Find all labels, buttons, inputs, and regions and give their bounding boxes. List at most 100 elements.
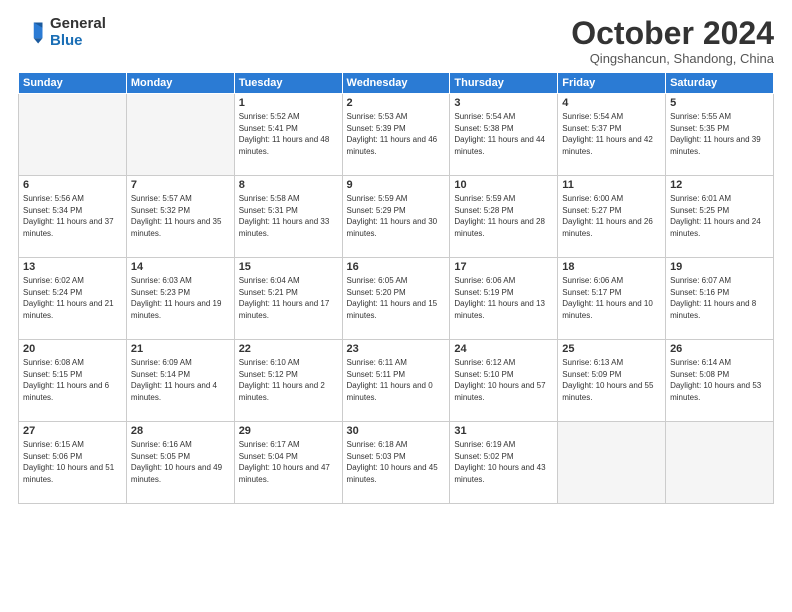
day-cell: 26Sunrise: 6:14 AMSunset: 5:08 PMDayligh…: [666, 340, 774, 422]
day-info: Sunrise: 6:03 AMSunset: 5:23 PMDaylight:…: [131, 275, 230, 321]
day-cell: 8 Sunrise: 5:58 AMSunset: 5:31 PMDaylight…: [234, 176, 342, 258]
title-block: October 2024 Qingshancun, Shandong, Chin…: [571, 16, 774, 66]
day-info: Sunrise: 6:11 AMSunset: 5:11 PMDaylight:…: [347, 357, 446, 403]
day-number: 15: [239, 261, 338, 273]
day-info: Sunrise: 6:07 AMSunset: 5:16 PMDaylight:…: [670, 275, 769, 321]
day-number: 17: [454, 261, 553, 273]
day-cell: 28 Sunrise: 6:16 AMSunset: 5:05 PMDayligh…: [126, 422, 234, 504]
col-wednesday: Wednesday: [342, 73, 450, 94]
day-cell: 13 Sunrise: 6:02 AMSunset: 5:24 PMDayligh…: [19, 258, 127, 340]
day-info: Sunrise: 6:09 AMSunset: 5:14 PMDaylight:…: [131, 357, 230, 403]
day-number: 3: [454, 97, 553, 109]
day-cell: 23 Sunrise: 6:11 AMSunset: 5:11 PMDayligh…: [342, 340, 450, 422]
day-cell: [666, 422, 774, 504]
day-cell: 19 Sunrise: 6:07 AMSunset: 5:16 PMDayligh…: [666, 258, 774, 340]
col-monday: Monday: [126, 73, 234, 94]
day-info: Sunrise: 5:59 AMSunset: 5:28 PMDaylight:…: [454, 193, 553, 239]
week-row-3: 13 Sunrise: 6:02 AMSunset: 5:24 PMDayligh…: [19, 258, 774, 340]
day-cell: 24Sunrise: 6:12 AMSunset: 5:10 PMDayligh…: [450, 340, 558, 422]
day-info: Sunrise: 5:58 AMSunset: 5:31 PMDaylight:…: [239, 193, 338, 239]
day-cell: 21Sunrise: 6:09 AMSunset: 5:14 PMDayligh…: [126, 340, 234, 422]
day-cell: 7 Sunrise: 5:57 AMSunset: 5:32 PMDaylight…: [126, 176, 234, 258]
day-cell: 15 Sunrise: 6:04 AMSunset: 5:21 PMDayligh…: [234, 258, 342, 340]
day-number: 31: [454, 425, 553, 437]
day-number: 23: [347, 343, 446, 355]
col-sunday: Sunday: [19, 73, 127, 94]
day-number: 7: [131, 179, 230, 191]
day-number: 11: [562, 179, 661, 191]
day-info: Sunrise: 5:54 AMSunset: 5:38 PMDaylight:…: [454, 111, 553, 157]
day-cell: 20Sunrise: 6:08 AMSunset: 5:15 PMDayligh…: [19, 340, 127, 422]
day-info: Sunrise: 6:00 AMSunset: 5:27 PMDaylight:…: [562, 193, 661, 239]
day-cell: 1 Sunrise: 5:52 AMSunset: 5:41 PMDaylight…: [234, 94, 342, 176]
day-info: Sunrise: 6:08 AMSunset: 5:15 PMDaylight:…: [23, 357, 122, 403]
day-cell: 22Sunrise: 6:10 AMSunset: 5:12 PMDayligh…: [234, 340, 342, 422]
day-number: 19: [670, 261, 769, 273]
day-info: Sunrise: 5:53 AMSunset: 5:39 PMDaylight:…: [347, 111, 446, 157]
calendar-table: Sunday Monday Tuesday Wednesday Thursday…: [18, 72, 774, 504]
logo-blue-text: Blue: [50, 33, 106, 50]
day-cell: 14 Sunrise: 6:03 AMSunset: 5:23 PMDayligh…: [126, 258, 234, 340]
day-number: 22: [239, 343, 338, 355]
header: General Blue October 2024 Qingshancun, S…: [18, 16, 774, 66]
day-cell: 2 Sunrise: 5:53 AMSunset: 5:39 PMDaylight…: [342, 94, 450, 176]
day-cell: 6Sunrise: 5:56 AMSunset: 5:34 PMDaylight…: [19, 176, 127, 258]
day-info: Sunrise: 6:05 AMSunset: 5:20 PMDaylight:…: [347, 275, 446, 321]
day-cell: 9 Sunrise: 5:59 AMSunset: 5:29 PMDaylight…: [342, 176, 450, 258]
day-number: 12: [670, 179, 769, 191]
day-cell: 31 Sunrise: 6:19 AMSunset: 5:02 PMDayligh…: [450, 422, 558, 504]
day-cell: 29 Sunrise: 6:17 AMSunset: 5:04 PMDayligh…: [234, 422, 342, 504]
calendar-page: General Blue October 2024 Qingshancun, S…: [0, 0, 792, 612]
day-info: Sunrise: 6:02 AMSunset: 5:24 PMDaylight:…: [23, 275, 122, 321]
day-cell: 17 Sunrise: 6:06 AMSunset: 5:19 PMDayligh…: [450, 258, 558, 340]
day-cell: 25 Sunrise: 6:13 AMSunset: 5:09 PMDayligh…: [558, 340, 666, 422]
day-number: 1: [239, 97, 338, 109]
day-info: Sunrise: 6:15 AMSunset: 5:06 PMDaylight:…: [23, 439, 122, 485]
day-info: Sunrise: 6:12 AMSunset: 5:10 PMDaylight:…: [454, 357, 553, 403]
day-info: Sunrise: 5:54 AMSunset: 5:37 PMDaylight:…: [562, 111, 661, 157]
day-cell: [558, 422, 666, 504]
day-info: Sunrise: 6:04 AMSunset: 5:21 PMDaylight:…: [239, 275, 338, 321]
day-cell: 27 Sunrise: 6:15 AMSunset: 5:06 PMDayligh…: [19, 422, 127, 504]
day-info: Sunrise: 6:18 AMSunset: 5:03 PMDaylight:…: [347, 439, 446, 485]
day-info: Sunrise: 6:06 AMSunset: 5:17 PMDaylight:…: [562, 275, 661, 321]
day-cell: 30Sunrise: 6:18 AMSunset: 5:03 PMDayligh…: [342, 422, 450, 504]
header-row: Sunday Monday Tuesday Wednesday Thursday…: [19, 73, 774, 94]
day-cell: 3 Sunrise: 5:54 AMSunset: 5:38 PMDaylight…: [450, 94, 558, 176]
day-number: 8: [239, 179, 338, 191]
day-number: 2: [347, 97, 446, 109]
day-info: Sunrise: 6:19 AMSunset: 5:02 PMDaylight:…: [454, 439, 553, 485]
day-number: 13: [23, 261, 122, 273]
day-number: 5: [670, 97, 769, 109]
day-info: Sunrise: 6:06 AMSunset: 5:19 PMDaylight:…: [454, 275, 553, 321]
col-friday: Friday: [558, 73, 666, 94]
day-cell: [126, 94, 234, 176]
day-number: 4: [562, 97, 661, 109]
day-info: Sunrise: 6:13 AMSunset: 5:09 PMDaylight:…: [562, 357, 661, 403]
week-row-1: 1 Sunrise: 5:52 AMSunset: 5:41 PMDaylight…: [19, 94, 774, 176]
day-number: 27: [23, 425, 122, 437]
day-info: Sunrise: 6:17 AMSunset: 5:04 PMDaylight:…: [239, 439, 338, 485]
day-info: Sunrise: 5:55 AMSunset: 5:35 PMDaylight:…: [670, 111, 769, 157]
day-number: 10: [454, 179, 553, 191]
day-number: 25: [562, 343, 661, 355]
week-row-4: 20Sunrise: 6:08 AMSunset: 5:15 PMDayligh…: [19, 340, 774, 422]
day-info: Sunrise: 5:59 AMSunset: 5:29 PMDaylight:…: [347, 193, 446, 239]
week-row-5: 27 Sunrise: 6:15 AMSunset: 5:06 PMDayligh…: [19, 422, 774, 504]
day-number: 28: [131, 425, 230, 437]
day-number: 14: [131, 261, 230, 273]
day-cell: 4 Sunrise: 5:54 AMSunset: 5:37 PMDaylight…: [558, 94, 666, 176]
location: Qingshancun, Shandong, China: [571, 51, 774, 66]
logo-text: General Blue: [50, 16, 106, 49]
day-cell: 10 Sunrise: 5:59 AMSunset: 5:28 PMDayligh…: [450, 176, 558, 258]
day-cell: 18Sunrise: 6:06 AMSunset: 5:17 PMDayligh…: [558, 258, 666, 340]
day-number: 29: [239, 425, 338, 437]
day-info: Sunrise: 5:52 AMSunset: 5:41 PMDaylight:…: [239, 111, 338, 157]
day-number: 9: [347, 179, 446, 191]
logo-icon: [18, 19, 46, 47]
day-info: Sunrise: 6:16 AMSunset: 5:05 PMDaylight:…: [131, 439, 230, 485]
day-info: Sunrise: 5:57 AMSunset: 5:32 PMDaylight:…: [131, 193, 230, 239]
day-cell: 5 Sunrise: 5:55 AMSunset: 5:35 PMDaylight…: [666, 94, 774, 176]
day-number: 26: [670, 343, 769, 355]
col-tuesday: Tuesday: [234, 73, 342, 94]
